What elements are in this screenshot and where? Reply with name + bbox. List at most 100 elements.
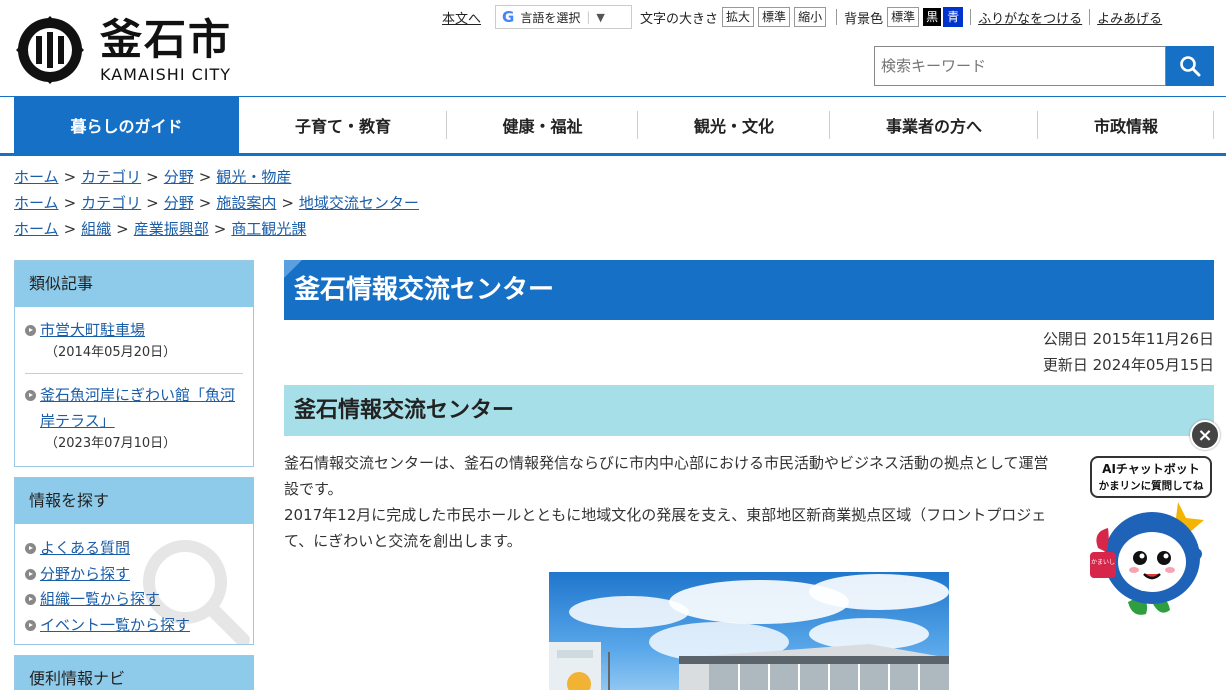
global-nav: 暮らしのガイド 子育て・教育 健康・福祉 観光・文化 事業者の方へ 市政情報 [0,96,1226,156]
utility-bar: 本文へ G 言語を選択 | ▼ 文字の大きさ 拡大 標準 縮小 背景色 標準 黒… [442,5,1162,29]
breadcrumb-link[interactable]: カテゴリ [81,194,141,212]
dropdown-arrow-icon: ▼ [596,10,605,24]
breadcrumb-link[interactable]: ホーム [14,194,59,212]
list-item: 市営大町駐車場 [25,317,243,343]
bg-standard-button[interactable]: 標準 [887,7,920,27]
font-size-small-button[interactable]: 縮小 [794,7,827,27]
find-info-box: 情報を探す よくある質問 分野から探す 組織一覧から探す イベント一覧から探す [14,477,254,645]
arrow-bullet-icon [25,619,36,631]
nav-label: 子育て・教育 [294,117,391,136]
breadcrumb-link[interactable]: ホーム [14,220,59,238]
bg-black-button[interactable]: 黒 [923,8,942,26]
google-icon: G [502,8,515,26]
event-list-link[interactable]: イベント一覧から探す [40,616,190,634]
site-logo[interactable]: 釜石市 KAMAISHI CITY [14,14,232,86]
breadcrumb-separator: > [281,194,294,212]
list-item: イベント一覧から探す [25,613,243,639]
language-select[interactable]: G 言語を選択 | ▼ [495,5,633,29]
arrow-bullet-icon [25,594,36,605]
chatbot-prompt: かまリンに質問してね [1098,480,1204,492]
nav-living-guide[interactable]: 暮らしのガイド [14,97,239,153]
similar-article-date: （2023年07月10日） [45,436,177,451]
breadcrumb-link[interactable]: ホーム [14,168,59,186]
ai-chatbot-widget[interactable]: × AIチャットボット かまリンに質問してね かまいし [1088,420,1226,620]
breadcrumb-separator: > [198,194,212,212]
nav-childcare-education[interactable]: 子育て・教育 [239,97,447,153]
organization-list-link[interactable]: 組織一覧から探す [40,590,160,608]
font-size-standard-button[interactable]: 標準 [758,7,791,27]
nav-label: 健康・福祉 [502,117,583,136]
nav-label: 観光・文化 [693,117,774,136]
breadcrumb-link[interactable]: 産業振興部 [134,220,209,238]
chatbot-title: AIチャットボット [1102,462,1200,476]
find-info-title: 情報を探す [15,478,253,524]
nav-city-administration[interactable]: 市政情報 [1038,97,1214,153]
similar-articles-title: 類似記事 [15,261,253,307]
search-button[interactable] [1166,46,1214,86]
breadcrumb: ホーム > 組織 > 産業振興部 > 商工観光課 [14,216,419,242]
divider [970,9,972,25]
title-corner-decoration [284,260,302,278]
arrow-bullet-icon [25,568,36,580]
similar-article-link[interactable]: 市営大町駐車場 [40,321,145,339]
breadcrumb-separator: > [213,220,227,238]
search-by-field-link[interactable]: 分野から探す [40,565,130,583]
chatbot-close-button[interactable]: × [1190,420,1220,450]
divider [1089,9,1091,25]
read-aloud-link[interactable]: よみあげる [1097,8,1162,27]
published-date: 公開日 2015年11月26日 [1042,330,1214,348]
similar-article-link[interactable]: 釜石魚河岸にぎわい館「魚河岸テラス」 [40,382,236,434]
center-photo [549,572,949,690]
paragraph-line: 釜石情報交流センターは、釜石の情報発信ならびに市内中心部における市民活動やビジネ… [284,454,1049,472]
breadcrumb-separator: > [116,220,129,238]
paragraph-line: 設です。 [284,480,343,498]
skip-to-content-link[interactable]: 本文へ [442,8,481,27]
page-title: 釜石情報交流センター [284,260,1214,320]
furigana-link[interactable]: ふりがなをつける [978,8,1082,27]
article-dates: 公開日 2015年11月26日 更新日 2024年05月15日 [284,326,1214,378]
breadcrumb: ホーム > カテゴリ > 分野 > 観光・物産 [14,164,419,190]
breadcrumb-separator: > [198,168,212,186]
breadcrumb-link[interactable]: 地域交流センター [299,194,419,212]
similar-article-date: （2014年05月20日） [45,345,177,360]
breadcrumb-link[interactable]: 施設案内 [216,194,276,212]
font-size-large-button[interactable]: 拡大 [722,7,755,27]
nav-label: 市政情報 [1093,117,1158,136]
divider [1213,111,1214,139]
arrow-bullet-icon [25,325,36,336]
arrow-bullet-icon [25,390,36,401]
logo-japanese: 釜石市 [100,14,233,64]
site-search [874,46,1214,86]
main-content: 釜石情報交流センター 公開日 2015年11月26日 更新日 2024年05月1… [284,260,1214,690]
page-title-text: 釜石情報交流センター [294,275,555,305]
breadcrumb-link[interactable]: カテゴリ [81,168,141,186]
breadcrumb: ホーム > カテゴリ > 分野 > 施設案内 > 地域交流センター [14,190,419,216]
divider [25,373,243,374]
bg-blue-button[interactable]: 青 [943,7,964,27]
breadcrumb-link[interactable]: 組織 [81,220,111,238]
breadcrumb-separator: > [63,220,77,238]
breadcrumb-link[interactable]: 観光・物産 [216,168,291,186]
breadcrumb-link[interactable]: 分野 [164,194,194,212]
divider [836,9,838,25]
nav-health-welfare[interactable]: 健康・福祉 [447,97,638,153]
faq-link[interactable]: よくある質問 [40,539,130,557]
nav-tourism-culture[interactable]: 観光・文化 [638,97,830,153]
breadcrumb-link[interactable]: 商工観光課 [231,220,306,238]
search-input[interactable] [874,46,1166,86]
nav-business[interactable]: 事業者の方へ [830,97,1038,153]
paragraph-line: て、にぎわいと交流を創出します。 [284,532,522,550]
language-select-label: 言語を選択 [520,10,581,25]
useful-info-box: 便利情報ナビ [14,655,254,690]
divider: | [586,10,591,24]
breadcrumb-link[interactable]: 分野 [164,168,194,186]
breadcrumb-separator: > [146,168,159,186]
nav-label: 事業者の方へ [885,117,982,136]
list-item: 組織一覧から探す [25,587,243,613]
logo-english: KAMAISHI CITY [100,64,232,84]
chatbot-speech-bubble[interactable]: AIチャットボット かまリンに質問してね [1090,456,1212,498]
sidebar: 類似記事 市営大町駐車場 （2014年05月20日） 釜石魚河岸にぎわい館「魚河… [14,260,254,690]
kamarin-mascot-icon[interactable]: かまいし [1088,498,1218,618]
useful-info-title: 便利情報ナビ [15,656,253,690]
arrow-bullet-icon [25,543,36,554]
